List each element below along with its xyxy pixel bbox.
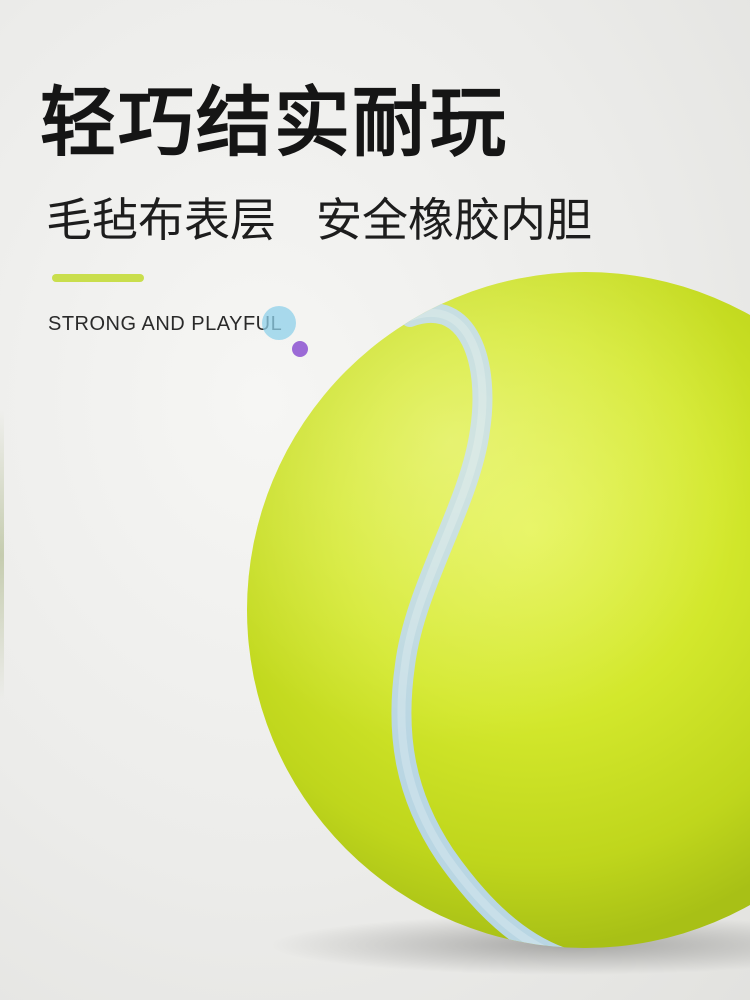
decor-dot-purple <box>292 341 308 357</box>
headline: 轻巧结实耐玩 <box>40 78 508 167</box>
subline: 毛毡布表层 安全橡胶内胆 <box>46 190 592 250</box>
tennis-ball-image <box>240 255 750 975</box>
edge-shadow <box>0 410 4 700</box>
accent-bar <box>52 274 144 282</box>
product-banner: 轻巧结实耐玩 毛毡布表层 安全橡胶内胆 STRONG AND PLAYFUL <box>0 0 750 1000</box>
subline-material: 毛毡布表层 <box>46 193 276 247</box>
decor-dot-blue <box>262 306 296 340</box>
subline-safety: 安全橡胶内胆 <box>316 193 592 247</box>
